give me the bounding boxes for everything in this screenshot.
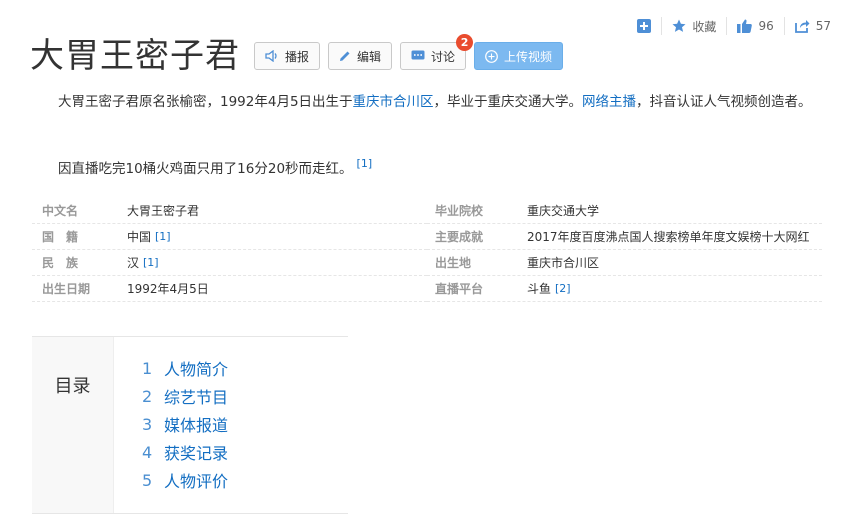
hechuan-link[interactable]: 合川区: [393, 94, 434, 110]
like-count: 96: [758, 19, 774, 33]
toc-item[interactable]: 3 媒体报道: [142, 410, 228, 438]
plus-circle-icon: [485, 49, 498, 63]
toc-item-number: 4: [142, 442, 153, 462]
platform-link[interactable]: 斗鱼: [527, 280, 551, 297]
info-row: 国 籍 中国 [1]: [32, 224, 427, 250]
like-button[interactable]: 96: [727, 16, 783, 36]
reference-link[interactable]: [1]: [357, 157, 373, 170]
info-row: 主要成就 2017年度百度沸点国人搜索榜单年度文娱榜十大网红: [427, 224, 822, 250]
table-of-contents: 目录 1 人物简介 2 综艺节目 3 媒体报道 4 获奖记录 5 人物评价: [32, 336, 348, 514]
info-key: 毕业院校: [435, 204, 484, 218]
info-row: 民 族 汉 [1]: [32, 250, 427, 276]
info-value: 2017年度百度沸点国人搜索榜单年度文娱榜十大网红: [527, 230, 810, 244]
info-row: 出生地 重庆市 合川区: [427, 250, 822, 276]
summary-paragraph-1: 大胃王密子君原名张榆密，1992年4月5日出生于重庆市合川区，毕业于重庆交通大学…: [30, 90, 820, 114]
chongqing-link[interactable]: 重庆市: [353, 94, 394, 110]
share-icon: [794, 20, 810, 33]
discuss-button[interactable]: 讨论 2: [400, 34, 474, 70]
add-button[interactable]: [627, 16, 661, 36]
discuss-count-badge: 2: [456, 34, 474, 51]
info-value: 大胃王密子君: [127, 204, 200, 218]
info-row: 毕业院校 重庆交通大学: [427, 198, 822, 224]
info-key: 直播平台: [435, 282, 484, 296]
toc-item-label: 媒体报道: [164, 416, 229, 435]
info-value: 合川区: [563, 256, 600, 270]
nationality-link[interactable]: 中国: [127, 228, 151, 245]
pencil-icon: [340, 51, 350, 61]
info-value: 1992年4月5日: [127, 282, 209, 296]
reference-link[interactable]: [2]: [555, 282, 571, 295]
toc-item[interactable]: 5 人物评价: [142, 466, 228, 494]
top-action-bar: 收藏 96 57: [627, 16, 841, 36]
info-key: 中文名: [42, 204, 79, 218]
info-row: 直播平台 斗鱼 [2]: [427, 276, 822, 302]
info-key: 民 族: [42, 256, 79, 270]
edit-button[interactable]: 编辑: [328, 42, 393, 70]
reference-link[interactable]: [1]: [143, 256, 159, 269]
toc-item-label: 人物评价: [164, 472, 229, 491]
share-button[interactable]: 57: [785, 16, 841, 36]
toc-item[interactable]: 4 获奖记录: [142, 438, 228, 466]
broadcast-button[interactable]: 播报: [254, 42, 321, 70]
info-row: 中文名 大胃王密子君: [32, 198, 427, 224]
info-value: 汉: [127, 256, 140, 270]
info-key: 出生日期: [42, 282, 91, 296]
broadcast-label: 播报: [285, 49, 310, 64]
info-key: 主要成就: [435, 230, 484, 244]
basic-info-table: 中文名 大胃王密子君 国 籍 中国 [1] 民 族 汉 [1] 出生日期 199…: [32, 198, 822, 302]
title-row: 大胃王密子君 播报 编辑 讨论 2 上传视频: [30, 34, 571, 76]
reference-link[interactable]: [1]: [155, 230, 171, 243]
chat-bubble-icon: [411, 50, 425, 60]
toc-item-number: 3: [142, 414, 153, 434]
plus-square-icon: [637, 19, 652, 33]
toc-item-label: 人物简介: [164, 360, 229, 379]
toc-item[interactable]: 1 人物简介: [142, 354, 228, 382]
edit-label: 编辑: [357, 49, 382, 64]
page-title: 大胃王密子君: [30, 36, 240, 76]
summary-paragraph-2: 因直播吃完10桶火鸡面只用了16分20秒而走红。 [1]: [30, 152, 820, 181]
net-anchor-link[interactable]: 网络主播: [582, 94, 636, 110]
basic-info-left: 中文名 大胃王密子君 国 籍 中国 [1] 民 族 汉 [1] 出生日期 199…: [32, 198, 427, 302]
summary-text: ，抖音认证人气视频创造者。: [636, 94, 812, 110]
birthplace-city-link[interactable]: 重庆市: [527, 254, 563, 271]
school-link[interactable]: 重庆交通大学: [527, 202, 599, 219]
upload-video-button[interactable]: 上传视频: [474, 42, 564, 70]
upload-video-label: 上传视频: [504, 49, 553, 64]
toc-item[interactable]: 2 综艺节目: [142, 382, 228, 410]
discuss-label: 讨论: [431, 49, 456, 64]
toc-item-number: 5: [142, 470, 153, 490]
info-key: 出生地: [435, 256, 472, 270]
summary-text: 大胃王密子君原名张榆密，1992年4月5日出生于: [58, 94, 353, 110]
basic-info-right: 毕业院校 重庆交通大学 主要成就 2017年度百度沸点国人搜索榜单年度文娱榜十大…: [427, 198, 822, 302]
toc-label: 目录: [32, 337, 114, 513]
speaker-icon: [265, 50, 277, 62]
toc-list: 1 人物简介 2 综艺节目 3 媒体报道 4 获奖记录 5 人物评价: [114, 337, 228, 513]
summary-text: 因直播吃完10桶火鸡面只用了16分20秒而走红。: [58, 161, 353, 177]
info-key: 国 籍: [42, 230, 79, 244]
summary-text: ，毕业于重庆交通大学。: [433, 94, 583, 110]
favorite-button[interactable]: 收藏: [662, 16, 726, 36]
toc-item-label: 获奖记录: [164, 444, 229, 463]
toc-item-label: 综艺节目: [164, 388, 229, 407]
thumbs-up-icon: [737, 19, 753, 33]
info-row: 出生日期 1992年4月5日: [32, 276, 427, 302]
title-buttons: 播报 编辑 讨论 2 上传视频: [254, 34, 571, 70]
share-count: 57: [815, 19, 831, 33]
toc-item-number: 2: [142, 386, 153, 406]
toc-item-number: 1: [142, 358, 153, 378]
favorite-label: 收藏: [692, 19, 717, 34]
star-icon: [672, 19, 686, 32]
